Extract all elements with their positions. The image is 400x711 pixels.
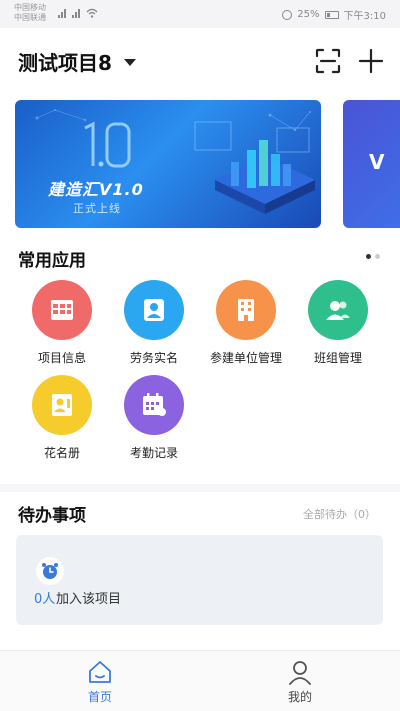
page-dot-active[interactable] [366,254,371,259]
section-divider [0,484,400,492]
app-roster[interactable]: 花名册 [16,375,108,461]
signal-icons [58,8,98,18]
status-time: 下午3:10 [343,11,386,22]
scan-icon[interactable] [315,48,341,74]
team-icon [308,280,368,340]
app-labor-realname[interactable]: 劳务实名 [108,280,200,366]
app-label: 班组管理 [313,351,362,365]
nav-mine[interactable]: 我的 [260,659,340,705]
app-attendance[interactable]: 考勤记录 [108,375,200,461]
banner-illustration [35,109,315,214]
todo-count: 0人 [34,592,56,607]
todo-text: 加入该项目 [56,592,122,607]
nav-label: 首页 [87,690,112,704]
wifi-icon [86,8,98,18]
nav-home[interactable]: 首页 [60,659,140,705]
battery-percent: 25% [297,9,320,20]
carrier-top: 中国移动 [14,3,46,12]
calendar-icon [124,375,184,435]
next-banner-text: V [369,150,385,174]
app-units-management[interactable]: 参建单位管理 [200,280,292,366]
status-bar: 中国移动 中国联通 25% 下午3:10 [0,0,400,28]
building-icon [216,280,276,340]
banner-title: 建造汇V1.0 [48,180,144,199]
page-indicator [366,254,380,259]
banner-slide[interactable]: 建造汇V1.0 正式上线 [15,100,321,228]
alarm-clock-icon [36,557,64,585]
common-apps-title: 常用应用 [18,251,86,271]
all-todos-link[interactable]: 全部待办（0） [303,506,376,522]
signal-icon [58,8,67,18]
page-dot[interactable] [375,254,380,259]
app-team-management[interactable]: 班组管理 [292,280,384,366]
battery-icon [324,10,339,19]
roster-icon [32,375,92,435]
alarm-status-icon [282,9,293,20]
carrier-info: 中国移动 中国联通 [14,3,46,23]
bottom-nav: 首页 我的 [0,650,400,711]
carrier-bottom: 中国联通 [14,13,46,22]
app-project-info[interactable]: 项目信息 [16,280,108,366]
app-header: 测试项目8 [0,28,400,94]
app-label: 参建单位管理 [209,351,282,365]
signal-icon [72,8,81,18]
app-label: 项目信息 [37,351,86,365]
plus-icon[interactable] [358,48,384,74]
project-title[interactable]: 测试项目8 [18,47,112,76]
table-icon [32,280,92,340]
todo-card[interactable]: 0人 加入该项目 [16,535,383,625]
banner-subtitle: 正式上线 [73,202,121,215]
app-label: 花名册 [43,446,80,460]
app-label: 劳务实名 [129,351,178,365]
next-banner-slide[interactable]: V [343,100,400,228]
id-card-icon [124,280,184,340]
chevron-down-icon[interactable] [124,59,136,66]
user-icon [289,661,311,685]
app-label: 考勤记录 [129,446,178,460]
home-icon [89,661,111,683]
status-right: 25% 下午3:10 [282,7,386,22]
todo-title: 待办事项 [18,506,86,526]
nav-label: 我的 [287,690,312,704]
